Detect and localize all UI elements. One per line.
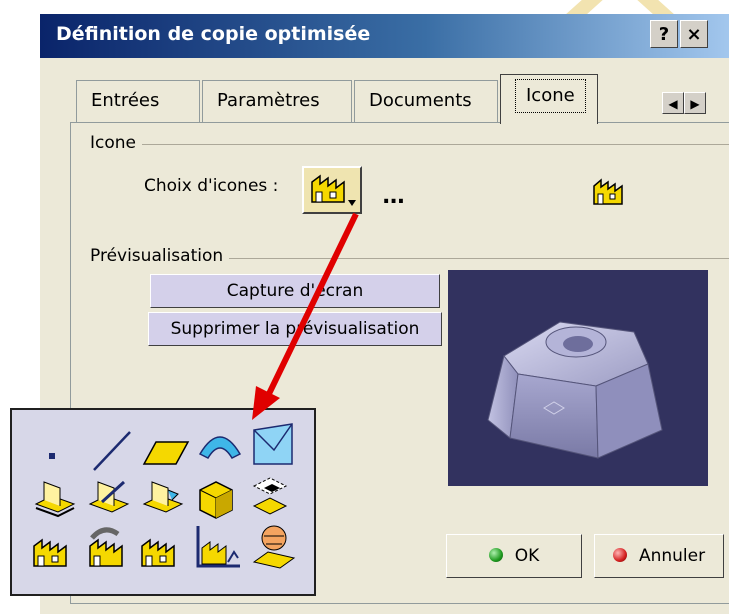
- tab-label: Documents: [369, 90, 472, 111]
- part-3d-icon: [487, 321, 663, 459]
- assembly-icon[interactable]: [246, 472, 296, 522]
- factory-chart-icon[interactable]: [192, 522, 244, 572]
- tab-icone[interactable]: Icone: [500, 74, 598, 124]
- tab-label: Icone: [515, 79, 586, 113]
- map-icon[interactable]: [248, 522, 298, 572]
- preview-image: [448, 270, 708, 486]
- factory-icon[interactable]: [30, 530, 78, 572]
- ok-button[interactable]: OK: [446, 534, 582, 578]
- preview-group-label: Prévisualisation: [90, 246, 230, 266]
- factory-rotate-icon[interactable]: [84, 524, 134, 572]
- factory-icon: [311, 174, 356, 206]
- tab-parametres[interactable]: Paramètres: [202, 80, 352, 122]
- factory-icon: [593, 178, 623, 205]
- tab-scroll-right-button[interactable]: ▶: [684, 92, 706, 114]
- ok-icon: [488, 548, 503, 562]
- ok-label: OK: [514, 546, 540, 566]
- sketch-edit-icon[interactable]: [84, 476, 134, 522]
- tab-label: Paramètres: [217, 90, 320, 111]
- icon-group-label: Icone: [90, 133, 142, 153]
- group-separator: [92, 144, 729, 145]
- screen-capture-button[interactable]: Capture d'écran: [150, 274, 440, 308]
- cancel-button[interactable]: Annuler: [594, 534, 724, 578]
- tab-scroller: ◀ ▶: [662, 92, 706, 114]
- cube-icon[interactable]: [192, 476, 238, 522]
- factory-icon[interactable]: [138, 530, 186, 572]
- sketch-profile-icon[interactable]: [138, 476, 188, 522]
- plane-icon[interactable]: [142, 438, 190, 468]
- tab-scroll-left-button[interactable]: ◀: [662, 92, 684, 114]
- icon-choice-label: Choix d'icones :: [144, 176, 279, 196]
- help-button[interactable]: ?: [650, 20, 678, 48]
- surface-icon[interactable]: [196, 424, 244, 464]
- delete-preview-button[interactable]: Supprimer la prévisualisation: [148, 312, 442, 346]
- cancel-label: Annuler: [638, 546, 706, 566]
- cancel-icon: [612, 548, 627, 562]
- point-icon[interactable]: [46, 450, 58, 462]
- tab-documents[interactable]: Documents: [354, 80, 498, 122]
- icon-picker-button[interactable]: [302, 166, 362, 214]
- tab-label: Entrées: [91, 90, 160, 111]
- line-icon[interactable]: [90, 428, 136, 474]
- tab-entrees[interactable]: Entrées: [76, 80, 200, 122]
- sketch-icon[interactable]: [30, 476, 80, 522]
- more-icons-button[interactable]: ...: [382, 184, 405, 209]
- envelope-icon[interactable]: [248, 420, 298, 470]
- icon-palette-popup: [10, 408, 316, 596]
- title-bar: Définition de copie optimisée ? ×: [40, 14, 729, 58]
- close-button[interactable]: ×: [680, 20, 708, 48]
- dialog-title: Définition de copie optimisée: [56, 23, 371, 45]
